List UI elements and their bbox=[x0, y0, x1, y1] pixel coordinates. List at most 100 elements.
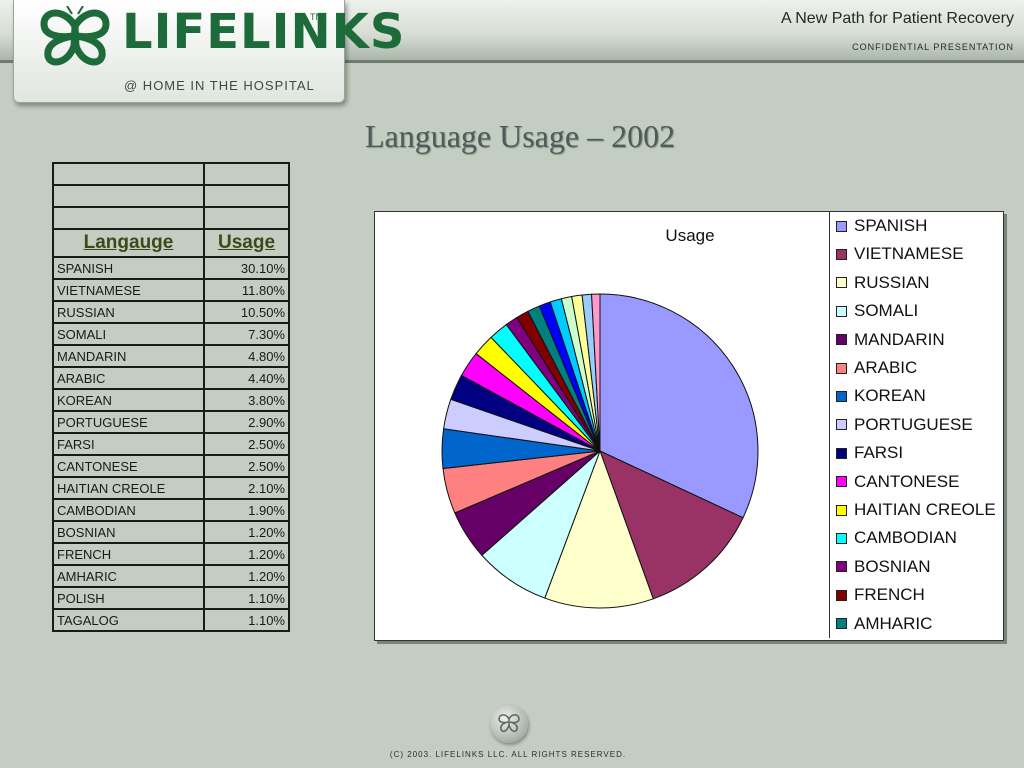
legend-label: VIETNAMESE bbox=[854, 244, 964, 264]
language-cell: ARABIC bbox=[52, 366, 205, 390]
home-button[interactable] bbox=[490, 705, 528, 743]
legend-label: AMHARIC bbox=[854, 613, 933, 633]
logo-trademark: TM bbox=[310, 12, 323, 22]
legend-swatch bbox=[836, 532, 847, 544]
legend-swatch bbox=[836, 561, 847, 573]
table-cell bbox=[52, 162, 205, 186]
usage-cell: 4.40% bbox=[203, 366, 290, 390]
legend-swatch bbox=[836, 476, 847, 488]
legend-label: KOREAN bbox=[854, 386, 926, 406]
language-cell: POLISH bbox=[52, 586, 205, 610]
table-cell bbox=[203, 162, 290, 186]
pie-chart bbox=[441, 293, 759, 609]
legend-item: VIETNAMESE bbox=[836, 243, 964, 265]
usage-cell: 2.50% bbox=[203, 454, 290, 478]
table-row: CAMBODIAN 1.90% bbox=[52, 498, 290, 522]
legend-label: ARABIC bbox=[854, 358, 918, 377]
legend-swatch bbox=[836, 419, 847, 431]
usage-cell: 1.20% bbox=[203, 542, 290, 566]
legend-label: FARSI bbox=[854, 443, 904, 463]
language-cell: HAITIAN CREOLE bbox=[52, 476, 205, 500]
legend-item: AMHARIC bbox=[836, 613, 932, 635]
table-cell bbox=[52, 206, 205, 230]
legend-label: BOSNIAN bbox=[854, 556, 931, 576]
logo-tagline: @ HOME IN THE HOSPITAL bbox=[124, 78, 315, 93]
legend-swatch bbox=[836, 618, 847, 630]
table-row: POLISH 1.10% bbox=[52, 586, 290, 610]
table-row: VIETNAMESE 11.80% bbox=[52, 278, 290, 302]
language-cell: SPANISH bbox=[52, 256, 205, 280]
usage-cell: 30.10% bbox=[203, 256, 290, 280]
language-cell: FRENCH bbox=[52, 542, 205, 566]
usage-cell: 2.50% bbox=[203, 432, 290, 456]
table-row: ARABIC 4.40% bbox=[52, 366, 290, 390]
table-blank-row bbox=[52, 162, 290, 186]
legend-swatch bbox=[836, 248, 847, 260]
table-blank-row bbox=[52, 206, 290, 230]
language-cell: BOSNIAN bbox=[52, 520, 205, 544]
logo-wordmark: LIFELINKS bbox=[122, 4, 406, 60]
language-cell: TAGALOG bbox=[52, 608, 205, 632]
legend-item: KOREAN bbox=[836, 385, 926, 407]
language-table: Langauge Usage SPANISH 30.10% VIETNAMESE 11… bbox=[52, 162, 290, 632]
usage-cell: 1.10% bbox=[203, 586, 290, 610]
legend-item: HAITIAN CREOLE bbox=[836, 499, 996, 521]
language-cell: CAMBODIAN bbox=[52, 498, 205, 522]
table-cell bbox=[203, 206, 290, 230]
legend-item: SPANISH bbox=[836, 215, 927, 237]
legend-swatch bbox=[836, 504, 847, 516]
column-header-language: Langauge bbox=[52, 228, 205, 258]
usage-cell: 11.80% bbox=[203, 278, 290, 302]
language-cell: SOMALI bbox=[52, 322, 205, 346]
table-row: SPANISH 30.10% bbox=[52, 256, 290, 280]
language-cell: MANDARIN bbox=[52, 344, 205, 368]
legend-item: CANTONESE bbox=[836, 471, 960, 493]
table-row: FRENCH 1.20% bbox=[52, 542, 290, 566]
usage-cell: 10.50% bbox=[203, 300, 290, 324]
legend-swatch bbox=[836, 362, 847, 374]
legend-swatch bbox=[836, 589, 847, 601]
usage-cell: 1.20% bbox=[203, 520, 290, 544]
logo[interactable]: LIFELINKS TM @ HOME IN THE HOSPITAL bbox=[13, 0, 404, 103]
header-tagline: A New Path for Patient Recovery bbox=[781, 10, 1014, 27]
usage-cell: 1.10% bbox=[203, 608, 290, 632]
legend-label: FRENCH bbox=[854, 585, 925, 605]
butterfly-icon bbox=[498, 714, 520, 733]
legend-item: PORTUGUESE bbox=[836, 414, 973, 436]
legend-label: CAMBODIAN bbox=[854, 528, 957, 548]
table-row: HAITIAN CREOLE 2.10% bbox=[52, 476, 290, 500]
table-cell bbox=[52, 184, 205, 208]
legend-label: SOMALI bbox=[854, 301, 919, 321]
usage-cell: 2.10% bbox=[203, 476, 290, 500]
usage-cell: 1.90% bbox=[203, 498, 290, 522]
legend-label: MANDARIN bbox=[854, 329, 945, 349]
legend-swatch bbox=[836, 220, 847, 232]
confidential-label: CONFIDENTIAL PRESENTATION bbox=[852, 42, 1014, 52]
legend-label: SPANISH bbox=[854, 216, 928, 235]
language-cell: RUSSIAN bbox=[52, 300, 205, 324]
table-row: TAGALOG 1.10% bbox=[52, 608, 290, 632]
language-cell: VIETNAMESE bbox=[52, 278, 205, 302]
usage-cell: 7.30% bbox=[203, 322, 290, 346]
legend-label: PORTUGUESE bbox=[854, 414, 973, 434]
language-cell: FARSI bbox=[52, 432, 205, 456]
table-row: FARSI 2.50% bbox=[52, 432, 290, 456]
chart-legend: SPANISH VIETNAMESE RUSSIAN SOMALI MANDARIN AR… bbox=[829, 212, 1001, 638]
legend-item: RUSSIAN bbox=[836, 272, 930, 294]
chart-title: Usage bbox=[665, 226, 715, 245]
table-row: SOMALI 7.30% bbox=[52, 322, 290, 346]
legend-label: CANTONESE bbox=[854, 471, 960, 491]
legend-swatch bbox=[836, 390, 847, 402]
table-row: AMHARIC 1.20% bbox=[52, 564, 290, 588]
legend-item: FARSI bbox=[836, 442, 903, 464]
page-title: Language Usage – 2002 bbox=[364, 118, 676, 154]
language-cell: CANTONESE bbox=[52, 454, 205, 478]
table-row: KOREAN 3.80% bbox=[52, 388, 290, 412]
legend-item: MANDARIN bbox=[836, 329, 945, 351]
copyright-text: (C) 2003. LIFELINKS LLC. ALL RIGHTS RESE… bbox=[389, 750, 627, 759]
legend-swatch bbox=[836, 447, 847, 459]
table-row: RUSSIAN 10.50% bbox=[52, 300, 290, 324]
legend-item: ARABIC bbox=[836, 357, 917, 379]
butterfly-logo-icon bbox=[40, 6, 110, 66]
language-cell: PORTUGUESE bbox=[52, 410, 205, 434]
